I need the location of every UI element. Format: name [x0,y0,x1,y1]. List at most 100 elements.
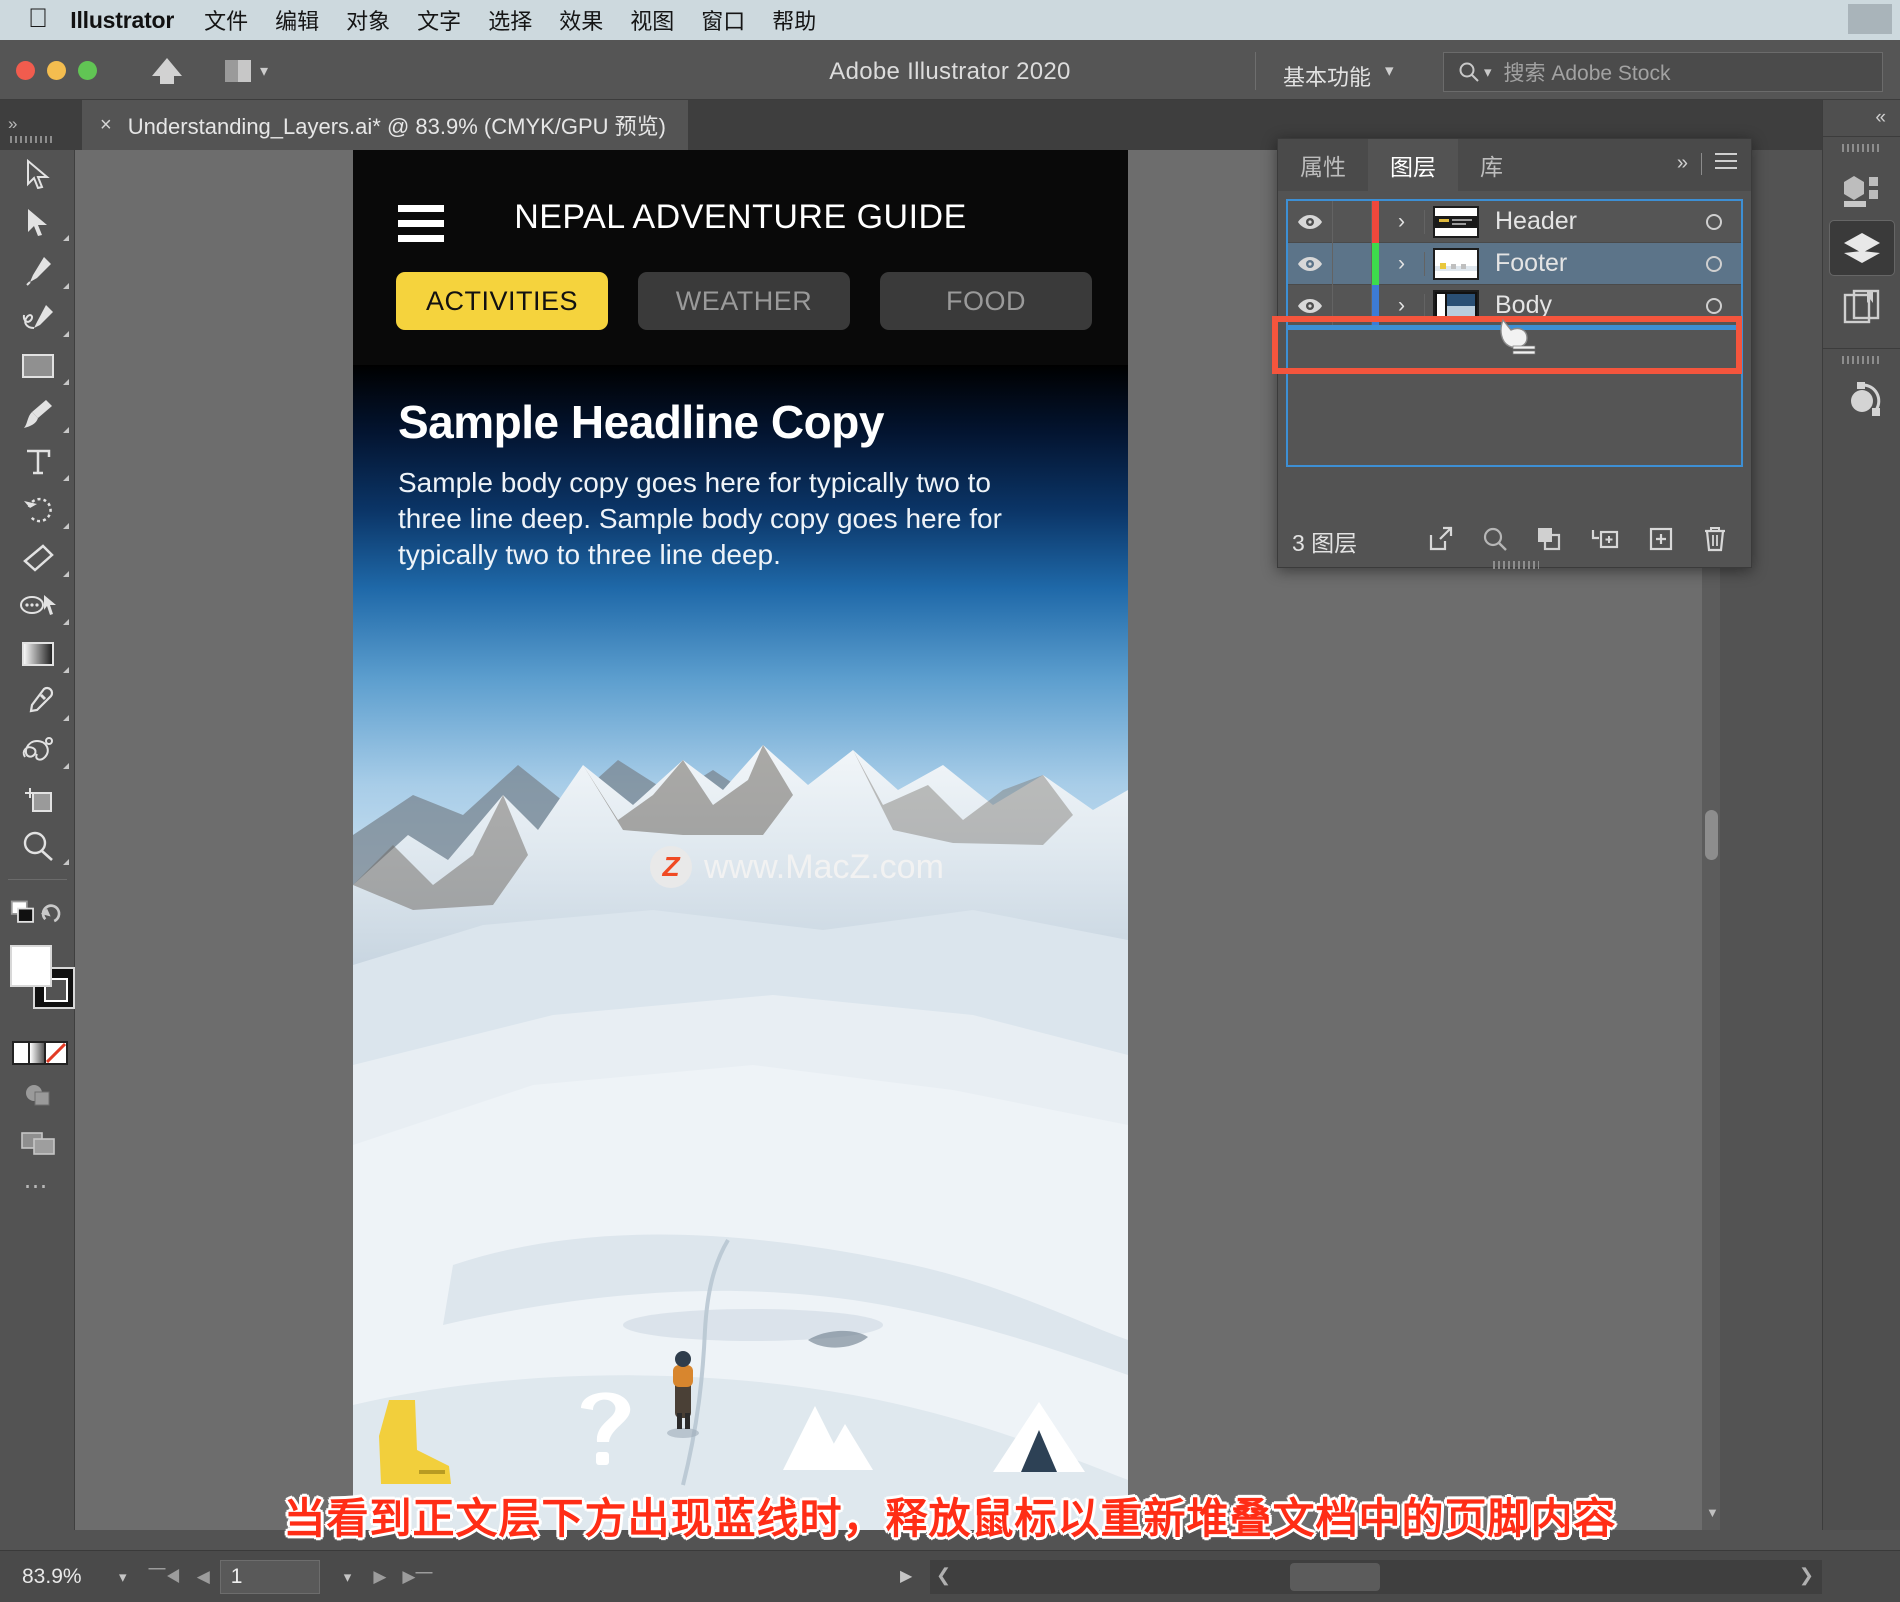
horizontal-scrollbar[interactable]: ❮ ❯ [930,1560,1822,1594]
shape-builder-tool[interactable] [0,582,75,630]
search-input[interactable]: ▾ 搜索 Adobe Stock [1443,52,1883,92]
menu-item-view[interactable]: 视图 [630,4,674,36]
chevron-down-icon[interactable]: ▾ [1385,61,1394,81]
menu-item-window[interactable]: 窗口 [701,4,745,36]
double-chevron-icon[interactable]: » [1677,152,1688,175]
gradient-tool[interactable] [0,630,75,678]
selection-tool[interactable] [0,150,75,198]
libraries-panel-icon[interactable] [1829,279,1895,335]
eyedropper-tool[interactable] [0,678,75,726]
layers-panel-icon[interactable] [1828,220,1895,276]
document-tab[interactable]: × Understanding_Layers.ai* @ 83.9% (CMYK… [82,100,689,150]
first-page-icon[interactable]: ⎺◀ [149,1567,181,1587]
scrollbar-thumb[interactable] [1705,810,1718,860]
tab-properties[interactable]: 属性 [1278,139,1368,191]
zoom-tool[interactable] [0,822,75,870]
prev-page-icon[interactable]: ◀ [197,1567,210,1587]
pen-tool[interactable] [0,246,75,294]
scroll-left-icon[interactable]: ❮ [936,1565,951,1586]
curvature-tool[interactable] [0,294,75,342]
workspace-switcher-label[interactable]: 基本功能 [1283,60,1371,92]
target-circle-icon[interactable] [1687,297,1741,314]
nav-pill-food[interactable]: FOOD [880,272,1092,330]
direct-selection-tool[interactable] [0,198,75,246]
layer-name-footer[interactable]: Footer [1479,249,1687,278]
tab-layers[interactable]: 图层 [1368,139,1458,191]
artboard-tool[interactable] [0,774,75,822]
rectangle-tool[interactable] [0,342,75,390]
document-tab-label: Understanding_Layers.ai* @ 83.9% (CMYK/G… [127,114,667,139]
chevron-right-icon[interactable]: › [1379,209,1425,234]
scroll-right-icon[interactable]: ❯ [1799,1565,1814,1586]
last-page-icon[interactable]: ▶⎻ [402,1567,432,1587]
fill-swatch[interactable] [10,945,52,987]
status-expand-icon[interactable]: ▶ [900,1566,912,1586]
target-circle-icon[interactable] [1687,255,1741,272]
delete-layer-icon[interactable] [1702,525,1728,558]
menu-item-effect[interactable]: 效果 [559,4,603,36]
tutorial-caption: 当看到正文层下方出现蓝线时，释放鼠标以重新堆叠文档中的页脚内容 [283,1495,1617,1542]
lock-cell[interactable] [1332,200,1372,243]
paintbrush-tool[interactable] [0,390,75,438]
next-page-icon[interactable]: ▶ [373,1567,386,1587]
dock-grip[interactable] [1841,144,1882,152]
screen-mode-button[interactable] [0,1119,75,1167]
fill-stroke-swatches[interactable] [0,937,75,1037]
menu-item-file[interactable]: 文件 [204,4,248,36]
zoom-level-value[interactable]: 83.9% [0,1565,105,1589]
chevron-down-icon[interactable]: ▾ [330,1568,366,1586]
create-new-layer-icon[interactable] [1648,526,1674,557]
eye-icon[interactable] [1288,298,1332,314]
eye-icon[interactable] [1288,214,1332,230]
properties-panel-icon[interactable] [1829,161,1895,217]
target-circle-icon[interactable] [1687,213,1741,230]
recolor-artwork-icon[interactable] [1829,373,1895,429]
make-clipping-mask-icon[interactable] [1536,526,1562,557]
color-mode-swatches[interactable] [0,1037,75,1071]
scrollbar-thumb[interactable] [1290,1563,1380,1591]
tool-group-indicator [63,571,69,577]
drawing-mode-button[interactable] [0,1071,75,1119]
panel-resize-grip[interactable] [1492,561,1539,569]
menu-app-name[interactable]: Illustrator [70,7,174,34]
artboard[interactable]: NEPAL ADVENTURE GUIDE ACTIVITIES WEATHER… [353,150,1128,1530]
layer-name-header[interactable]: Header [1479,207,1687,236]
create-new-sublayer-icon[interactable] [1590,526,1620,557]
panel-menu-icon[interactable] [1715,153,1737,174]
layer-row-footer[interactable]: › Footer [1288,242,1741,285]
nav-pill-weather[interactable]: WEATHER [638,272,850,330]
close-icon[interactable]: × [100,114,112,137]
expand-tabs-icon[interactable]: » [8,114,17,134]
tool-group-indicator [63,523,69,529]
nav-pill-activities[interactable]: ACTIVITIES [396,272,608,330]
locate-object-icon[interactable] [1482,526,1508,557]
eraser-tool[interactable] [0,534,75,582]
chevron-down-icon[interactable]: ▾ [105,1568,141,1586]
none-swatch-icon[interactable] [44,1041,68,1065]
artboard-number-input[interactable]: 1 [219,1559,320,1594]
right-dock: « [1822,100,1900,1530]
rotate-tool[interactable] [0,486,75,534]
edit-toolbar-button[interactable]: ⋯ [0,1167,74,1207]
menu-item-object[interactable]: 对象 [346,4,390,36]
type-tool[interactable] [0,438,75,486]
apple-icon[interactable]:  [28,4,48,32]
menu-item-type[interactable]: 文字 [417,4,461,36]
eye-icon[interactable] [1288,256,1332,272]
lock-cell[interactable] [1332,242,1372,285]
menu-item-edit[interactable]: 编辑 [275,4,319,36]
fill-stroke-controls[interactable] [0,889,75,937]
release-to-layers-icon[interactable] [1428,526,1454,557]
tab-libraries[interactable]: 库 [1458,139,1525,191]
chevron-right-icon[interactable]: › [1379,293,1425,318]
symbol-sprayer-tool[interactable] [0,726,75,774]
menu-item-select[interactable]: 选择 [488,4,532,36]
tool-group-indicator [63,331,69,337]
artboard-navigation-right: ▶ ▶⎻ [365,1567,432,1587]
chevron-right-icon[interactable]: › [1379,251,1425,276]
collapse-panels-icon[interactable]: « [1823,100,1900,136]
dock-grip[interactable] [1841,356,1882,364]
macz-logo-icon: Z [650,846,692,888]
layer-row-header[interactable]: › Header [1288,200,1741,243]
menu-item-help[interactable]: 帮助 [772,4,816,36]
